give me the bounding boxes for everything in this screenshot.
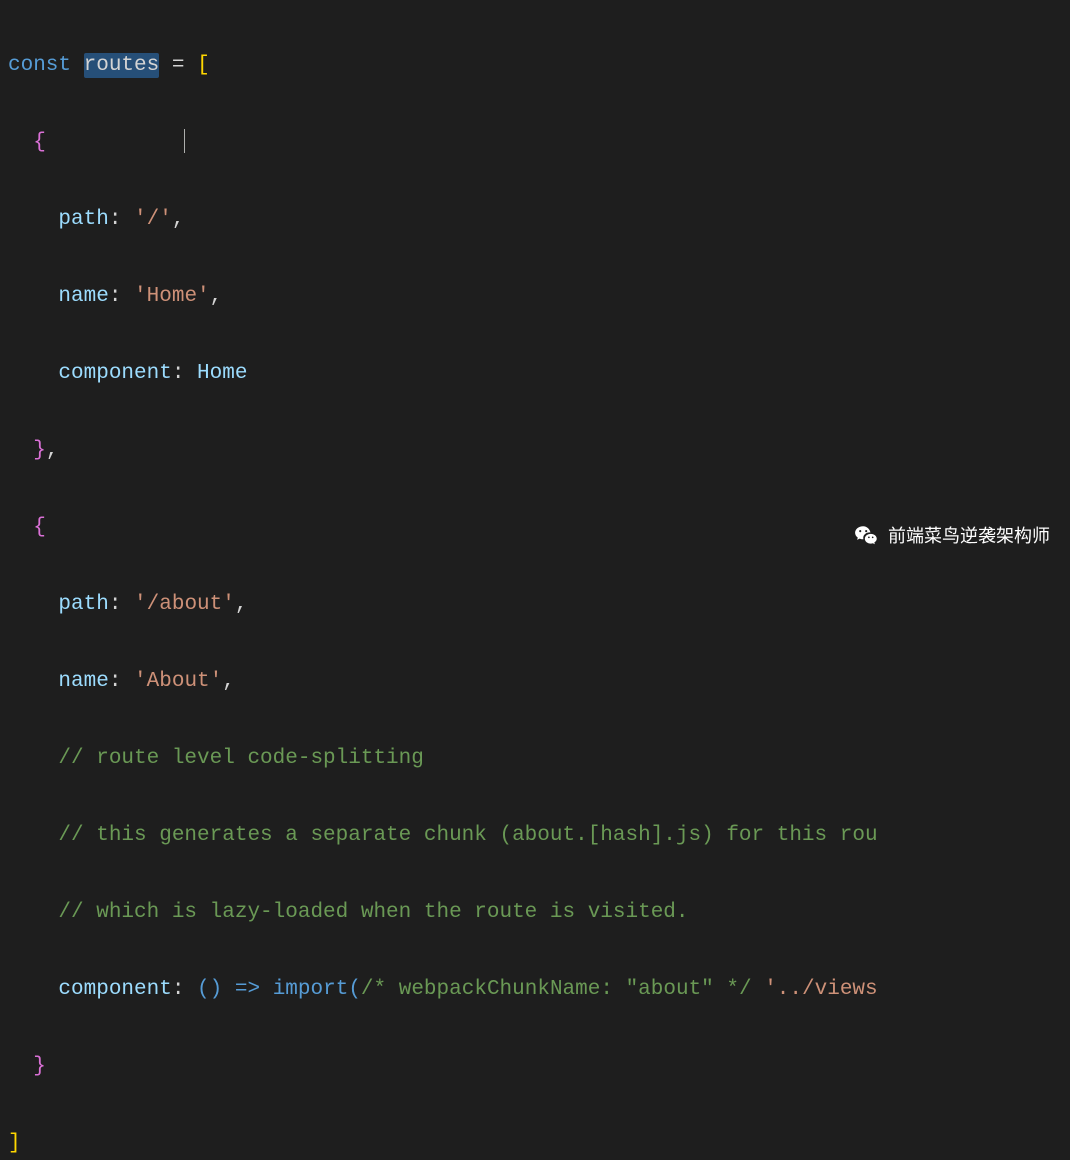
code-line-14: } [8,1048,1070,1087]
code-line-1: const routes = [ [8,47,1070,86]
code-line-6: }, [8,432,1070,471]
code-editor[interactable]: const routes = [ { path: '/', name: 'Hom… [0,0,1070,1160]
watermark: 前端菜鸟逆袭架构师 [854,517,1050,556]
code-line-8: path: '/about', [8,586,1070,625]
code-line-13: component: () => import(/* webpackChunkN… [8,971,1070,1010]
keyword-const: const [8,54,84,77]
text-cursor [184,129,185,153]
code-line-9: name: 'About', [8,663,1070,702]
code-line-10: // route level code-splitting [8,740,1070,779]
code-line-2: { [8,124,1070,163]
code-line-4: name: 'Home', [8,278,1070,317]
wechat-icon [854,523,880,549]
code-line-12: // which is lazy-loaded when the route i… [8,894,1070,933]
code-line-5: component: Home [8,355,1070,394]
code-line-11: // this generates a separate chunk (abou… [8,817,1070,856]
code-line-15: ] [8,1125,1070,1160]
selected-text: routes [84,53,160,78]
watermark-text: 前端菜鸟逆袭架构师 [888,517,1050,556]
code-line-3: path: '/', [8,201,1070,240]
